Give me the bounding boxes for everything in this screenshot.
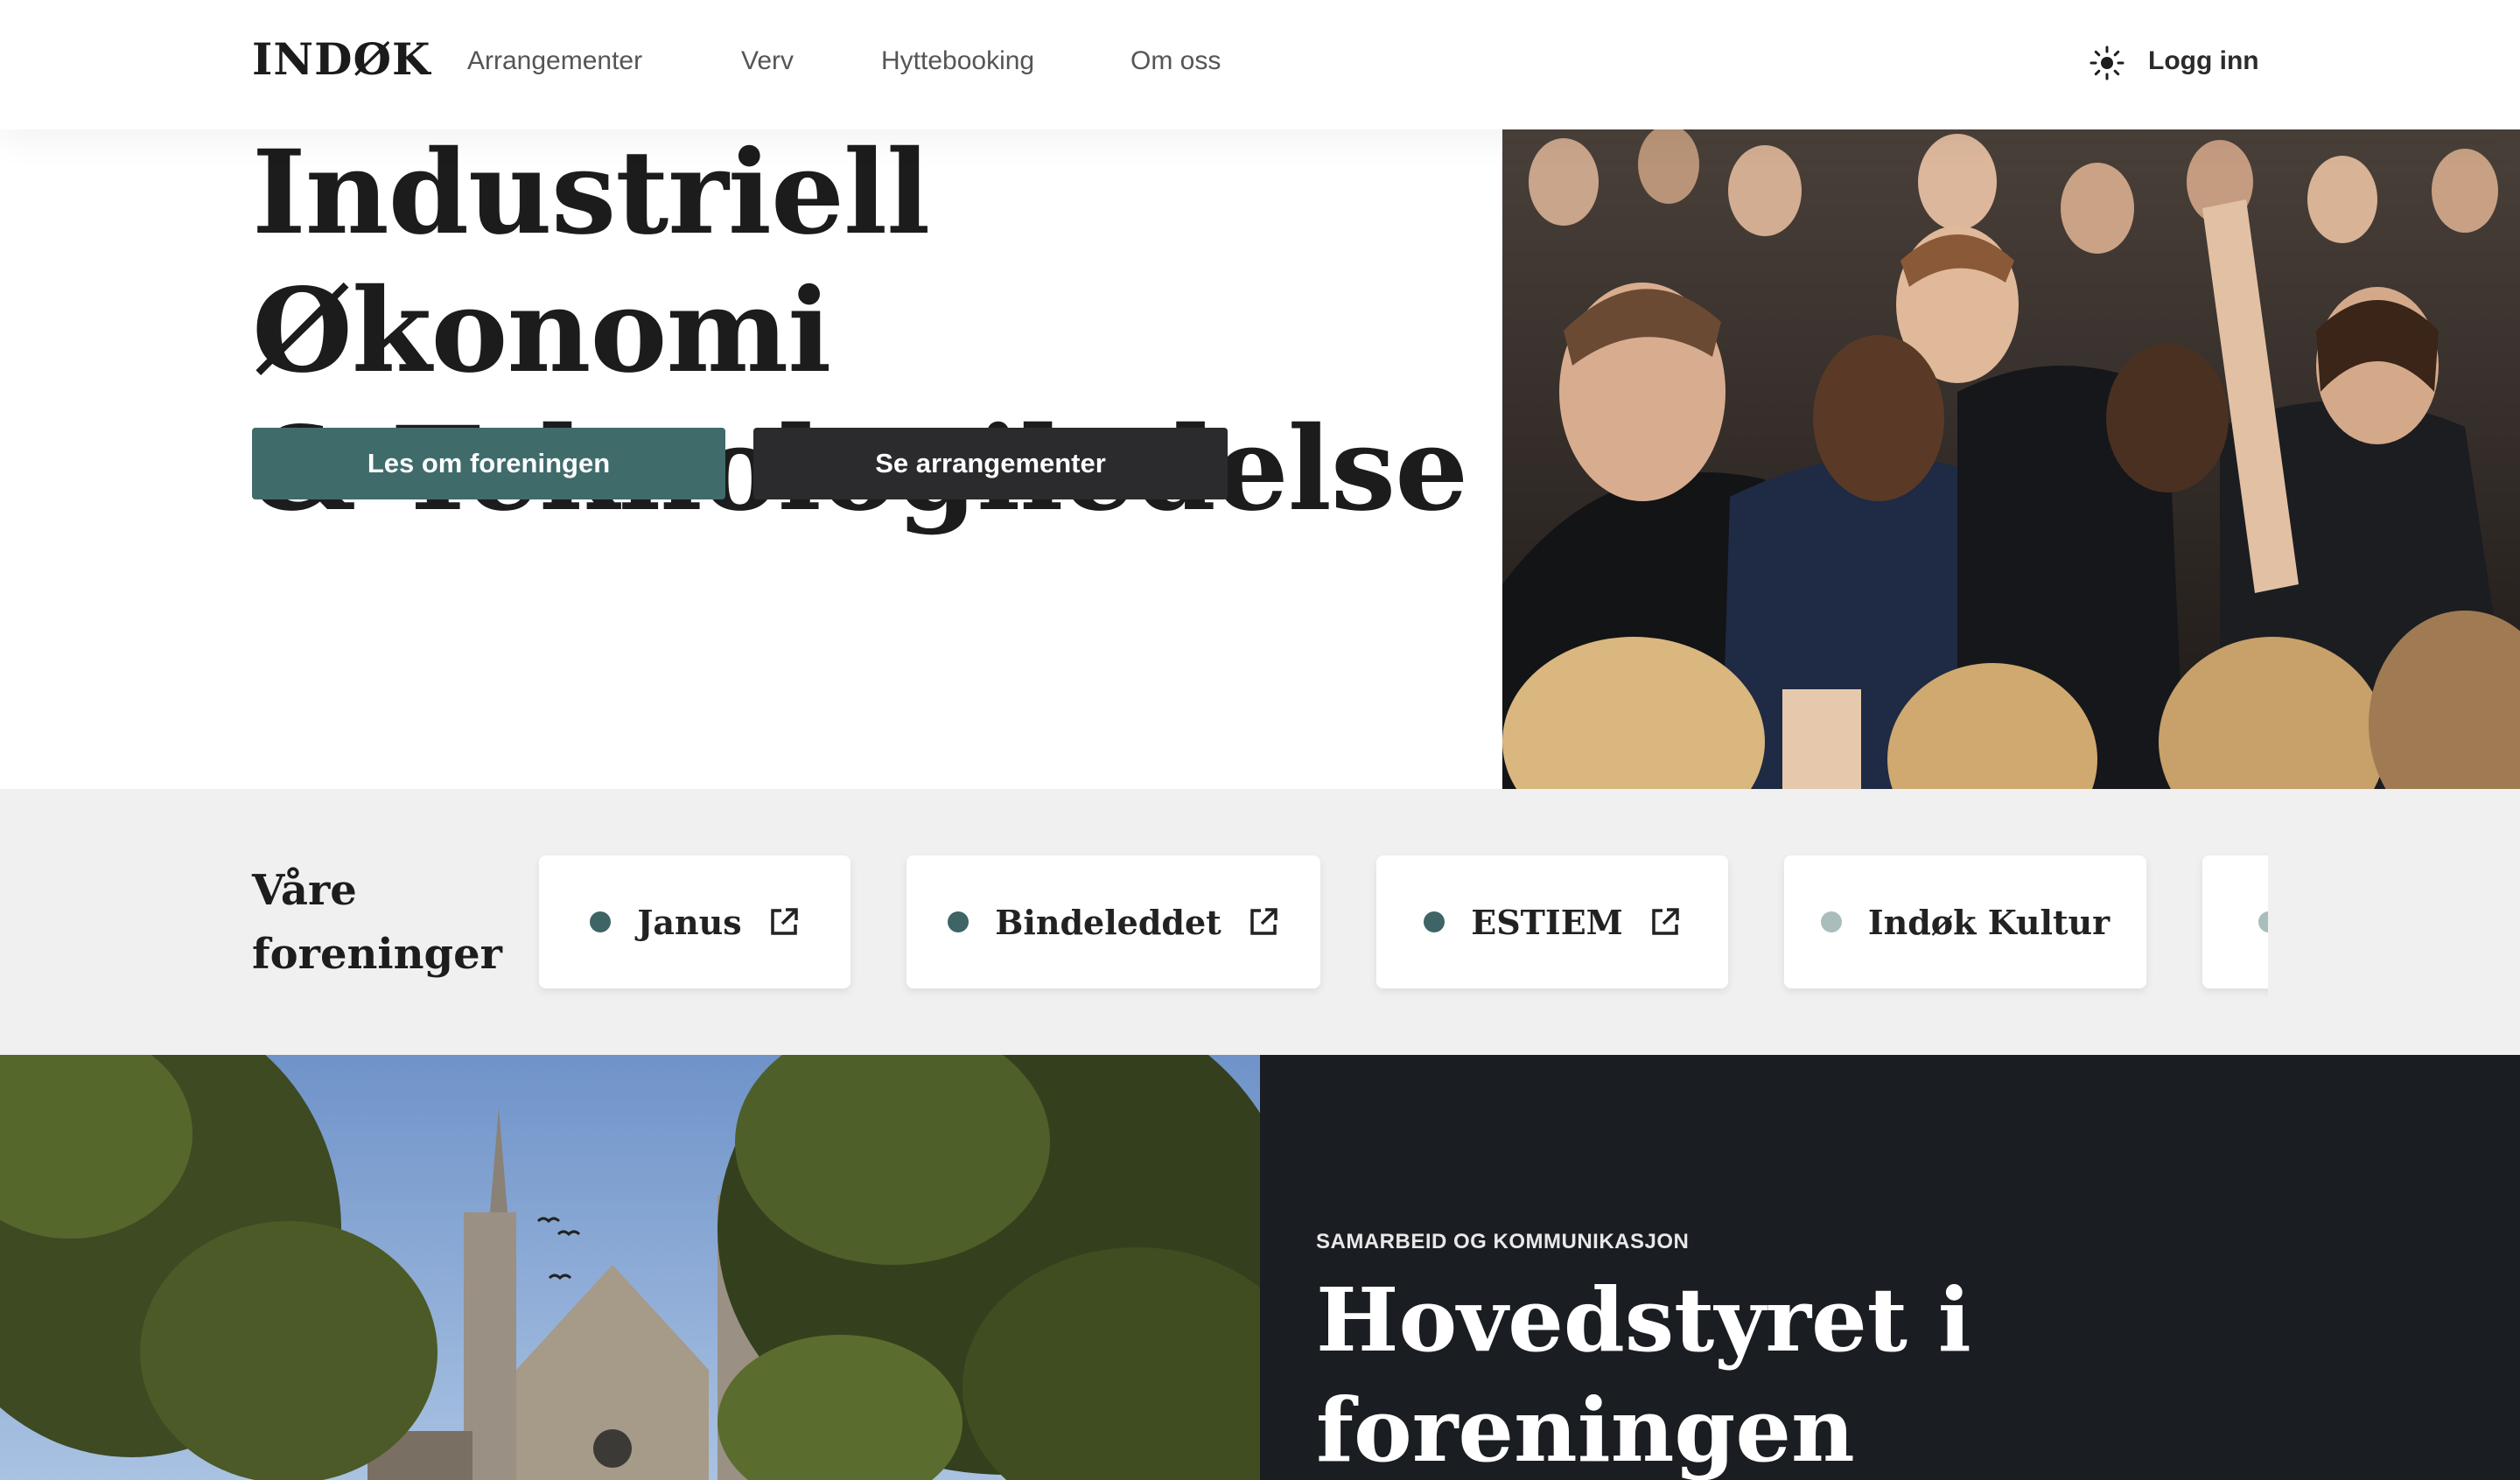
association-dot [590, 911, 612, 932]
association-name: Indøk Kultur [1867, 902, 2110, 942]
associations-section: Våre foreninger Janus Bindeleddet ESTIEM… [0, 789, 2520, 1055]
association-dot [2258, 911, 2268, 932]
sun-icon [2090, 45, 2124, 80]
nav-link-om-oss[interactable]: Om oss [1130, 46, 1221, 76]
nav-link-hyttebooking[interactable]: Hyttebooking [881, 46, 1034, 76]
association-name: Janus [637, 902, 742, 942]
board-title: Hovedstyret i foreningen [1316, 1265, 2366, 1480]
associations-heading-line-1: Våre [252, 866, 357, 915]
theme-toggle-button[interactable] [2088, 44, 2126, 82]
association-card-janus[interactable]: Janus [539, 855, 850, 988]
hero-title-line-1: Industriell Økonomi [252, 125, 930, 399]
association-card-bindeleddet[interactable]: Bindeleddet [906, 855, 1320, 988]
association-name: Bindeleddet [995, 902, 1222, 942]
association-name: ESTIEM [1471, 902, 1623, 942]
external-link-icon [1652, 908, 1679, 935]
site-header: INDØK Arrangementer Verv Hyttebooking Om… [0, 0, 2520, 129]
hero-photo-party-crowd [1502, 129, 2520, 789]
associations-heading-line-2: foreninger [252, 930, 502, 979]
board-title-line-2: foreningen [1316, 1379, 1855, 1480]
read-about-association-button[interactable]: Les om foreningen [252, 428, 725, 499]
association-dot [948, 911, 970, 932]
external-link-icon [770, 908, 798, 935]
site-logo[interactable]: INDØK [252, 33, 430, 85]
campus-photo-illustration [0, 1055, 1260, 1480]
login-link[interactable]: Logg inn [2148, 46, 2259, 76]
nav-link-verv[interactable]: Verv [741, 46, 794, 76]
board-title-line-1: Hovedstyret i [1316, 1268, 1971, 1372]
association-dot [1424, 911, 1446, 932]
associations-heading: Våre foreninger [252, 859, 514, 987]
external-link-icon [1250, 908, 1278, 935]
campus-photo [0, 1055, 1260, 1480]
association-card-partial[interactable] [2202, 855, 2268, 988]
board-section: SAMARBEID OG KOMMUNIKASJON Hovedstyret i… [1260, 1055, 2520, 1480]
see-events-button[interactable]: Se arrangementer [753, 428, 1228, 499]
hero-photo-illustration [1502, 129, 2520, 789]
nav-link-arrangementer[interactable]: Arrangementer [467, 46, 642, 76]
associations-carousel[interactable]: Janus Bindeleddet ESTIEM Indøk Kultur [525, 789, 2268, 1055]
association-card-indok-kultur[interactable]: Indøk Kultur [1784, 855, 2146, 988]
association-dot [1820, 911, 1842, 932]
association-card-estiem[interactable]: ESTIEM [1376, 855, 1728, 988]
board-kicker: SAMARBEID OG KOMMUNIKASJON [1316, 1230, 1690, 1253]
